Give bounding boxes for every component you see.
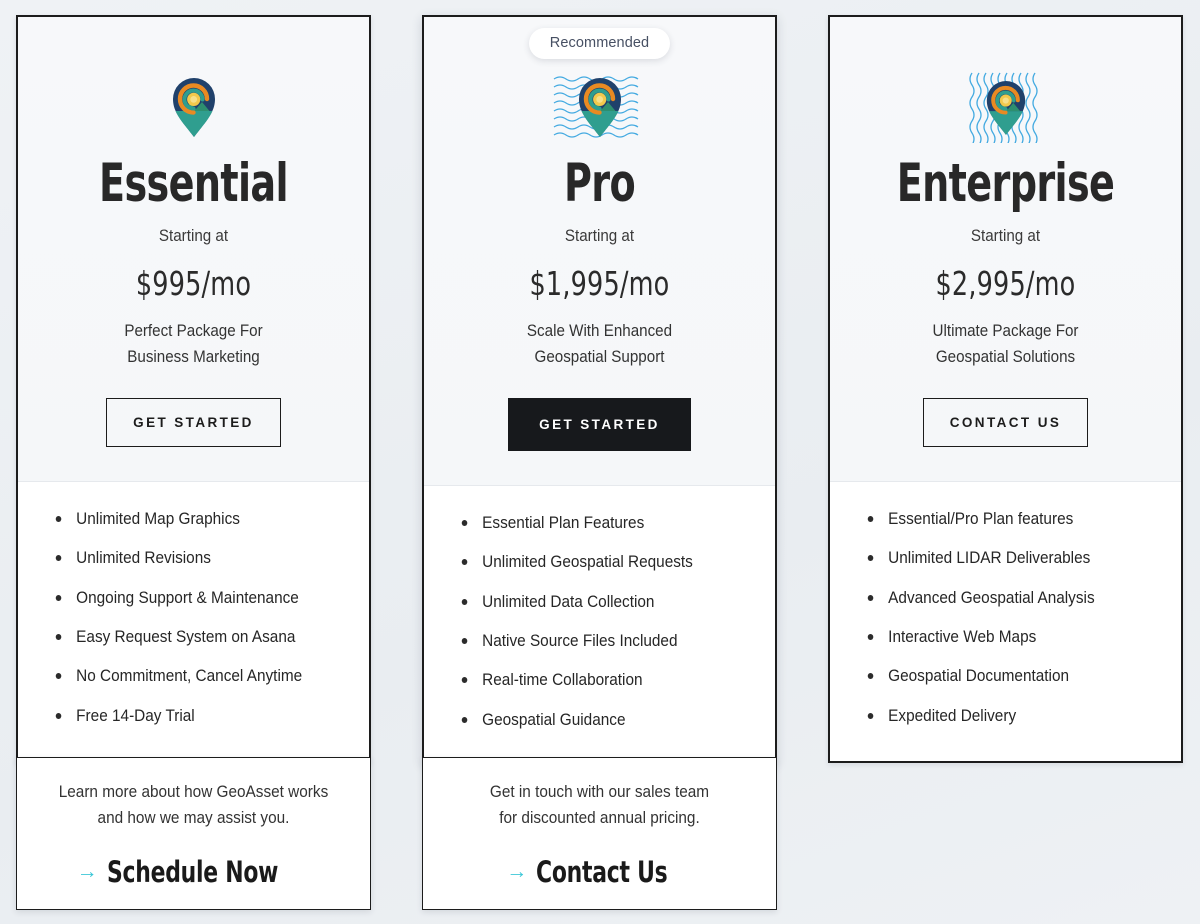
geoasset-pin-icon [578,78,621,137]
list-item: Geospatial Documentation [864,665,1135,687]
pricing-page: Essential Starting at $995/mo Perfect Pa… [0,0,1200,924]
plan-tagline-pro: Scale With Enhanced Geospatial Support [458,318,740,370]
plan-header-pro: Recommended Pro Starting at $1,995/mo Sc… [424,17,775,487]
starting-at-label-essential: Starting at [158,227,229,246]
plan-name-enterprise: Enterprise [896,153,1115,214]
list-item: Native Source Files Included [458,630,729,652]
list-item: Ongoing Support & Maintenance [52,587,323,609]
feature-list-enterprise: Essential/Pro Plan features Unlimited LI… [864,508,1155,727]
starting-at-label-enterprise: Starting at [970,227,1041,246]
plan-logo-enterprise [852,63,1159,151]
plan-card-essential[interactable]: Essential Starting at $995/mo Perfect Pa… [16,15,371,763]
cta-card-schedule[interactable]: Learn more about how GeoAsset works and … [16,757,371,910]
schedule-now-label: Schedule Now [106,855,278,890]
pricing-plans-row: Essential Starting at $995/mo Perfect Pa… [16,15,1184,763]
list-item: Real-time Collaboration [458,669,729,691]
plan-card-pro[interactable]: Recommended Pro Starting at $1,995/mo Sc… [422,15,777,763]
recommended-badge-wrap: Recommended [446,17,753,63]
list-item: Easy Request System on Asana [52,626,323,648]
status-badge-recommended: Recommended [528,28,671,59]
list-item: Expedited Delivery [864,705,1135,727]
list-item: Unlimited Data Collection [458,591,729,613]
tagline-line-1: Scale With Enhanced [526,322,673,341]
cta-copy-line-2: and how we may assist you. [97,808,290,827]
list-item: Essential/Pro Plan features [864,508,1135,530]
arrow-right-icon: → [76,859,98,883]
get-started-button-pro[interactable]: GET STARTED [508,398,691,452]
schedule-now-link[interactable]: → Schedule Now [37,855,350,889]
cta-card-contact[interactable]: Get in touch with our sales team for dis… [422,757,777,910]
cta-copy-line-1: Get in touch with our sales team [489,783,710,801]
header-spacer [40,17,347,63]
plan-header-essential: Essential Starting at $995/mo Perfect Pa… [18,17,369,483]
feature-list-essential: Unlimited Map Graphics Unlimited Revisio… [52,508,343,727]
plan-card-enterprise[interactable]: Enterprise Starting at $2,995/mo Ultimat… [828,15,1183,763]
plan-name-pro: Pro [563,153,636,214]
list-item: Free 14-Day Trial [52,705,323,727]
contact-us-button-enterprise[interactable]: CONTACT US [922,398,1089,448]
plan-features-pro: Essential Plan Features Unlimited Geospa… [424,486,775,761]
plan-cta-slot-essential: GET STARTED [40,398,347,448]
header-spacer [852,17,1159,63]
plan-price-essential: $995/mo [135,264,252,304]
arrow-right-icon: → [506,859,528,883]
cta-copy-line-2: for discounted annual pricing. [499,808,700,827]
plan-name-essential: Essential [99,153,289,214]
plan-header-enterprise: Enterprise Starting at $2,995/mo Ultimat… [830,17,1181,483]
get-started-button-essential[interactable]: GET STARTED [106,398,281,448]
bottom-cta-row: Learn more about how GeoAsset works and … [16,757,1184,910]
plan-price-pro: $1,995/mo [529,264,670,304]
contact-us-link[interactable]: → Contact Us [443,855,756,889]
plan-tagline-enterprise: Ultimate Package For Geospatial Solution… [864,318,1146,370]
plan-logo-essential [40,63,347,151]
plan-logo-pro [446,63,753,151]
feature-list-pro: Essential Plan Features Unlimited Geospa… [458,512,749,731]
tagline-line-2: Business Marketing [127,348,260,367]
list-item: Unlimited Geospatial Requests [458,551,729,573]
list-item: Essential Plan Features [458,512,729,534]
plan-price-enterprise: $2,995/mo [935,264,1076,304]
contact-us-label: Contact Us [536,855,668,890]
starting-at-label-pro: Starting at [564,227,635,246]
plan-features-enterprise: Essential/Pro Plan features Unlimited LI… [830,482,1181,761]
tagline-line-2: Geospatial Support [534,348,665,367]
list-item: Advanced Geospatial Analysis [864,587,1135,609]
tagline-line-2: Geospatial Solutions [935,348,1076,367]
tagline-line-1: Ultimate Package For [932,322,1079,341]
list-item: Unlimited LIDAR Deliverables [864,547,1135,569]
tagline-line-1: Perfect Package For [124,322,263,341]
plan-tagline-essential: Perfect Package For Business Marketing [52,318,334,370]
cta-row-spacer [828,757,1183,910]
geoasset-pin-icon [172,78,215,137]
list-item: Unlimited Revisions [52,547,323,569]
list-item: Interactive Web Maps [864,626,1135,648]
cta-copy-schedule: Learn more about how GeoAsset works and … [48,780,339,831]
list-item: Unlimited Map Graphics [52,508,323,530]
cta-copy-line-1: Learn more about how GeoAsset works [58,783,329,801]
plan-cta-slot-enterprise: CONTACT US [852,398,1159,448]
plan-cta-slot-pro: GET STARTED [446,398,753,452]
list-item: Geospatial Guidance [458,709,729,731]
list-item: No Commitment, Cancel Anytime [52,665,323,687]
cta-copy-contact: Get in touch with our sales team for dis… [454,780,745,831]
geoasset-pin-icon [986,80,1025,135]
plan-features-essential: Unlimited Map Graphics Unlimited Revisio… [18,482,369,761]
